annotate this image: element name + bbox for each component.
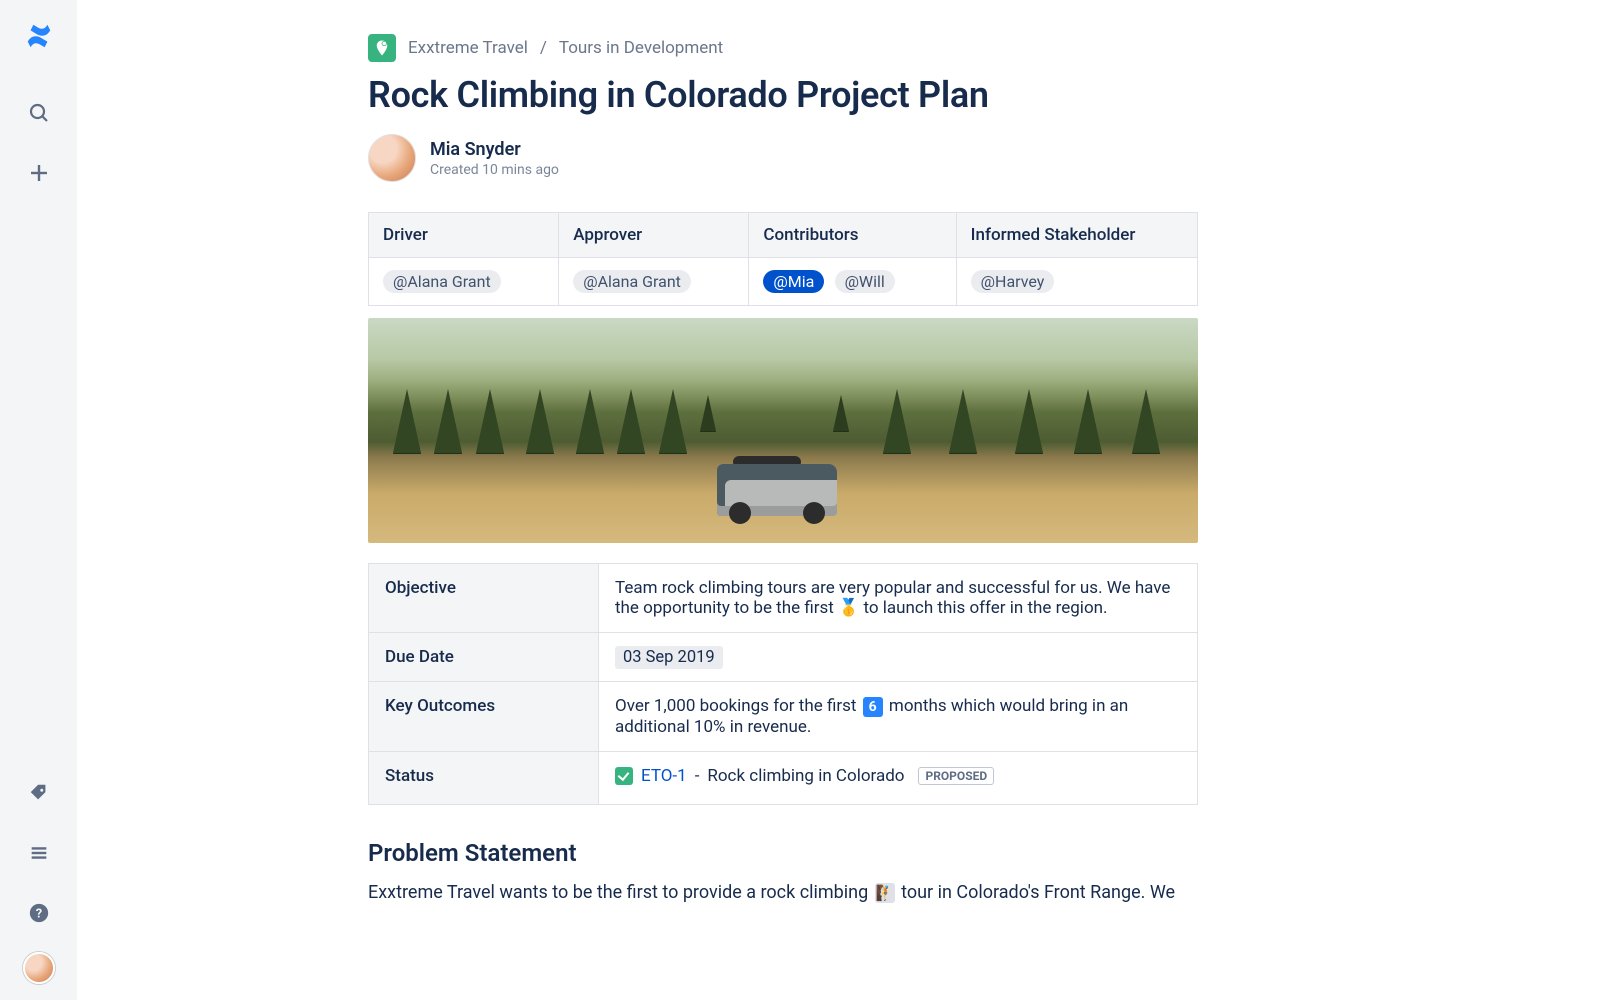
mention-approver[interactable]: @Alana Grant	[573, 270, 691, 293]
row-outcomes-value: Over 1,000 bookings for the first 6 mont…	[599, 682, 1198, 752]
confluence-icon	[24, 21, 54, 51]
row-status-value: ETO-1 - Rock climbing in Colorado PROPOS…	[599, 751, 1198, 804]
row-outcomes-label: Key Outcomes	[369, 682, 599, 752]
global-sidebar: ?	[0, 0, 78, 1000]
author-avatar[interactable]	[368, 134, 416, 182]
row-objective-value: Team rock climbing tours are very popula…	[599, 564, 1198, 633]
svg-text:?: ?	[35, 907, 41, 922]
breadcrumb-parent[interactable]: Tours in Development	[559, 38, 723, 58]
search-icon	[27, 101, 51, 125]
tag-icon	[28, 782, 50, 804]
row-duedate-value: 03 Sep 2019	[599, 633, 1198, 682]
profile-avatar[interactable]	[23, 952, 55, 984]
climbing-emoji	[875, 883, 895, 903]
mention-contributor-mia[interactable]: @Mia	[763, 270, 824, 293]
col-driver: Driver	[369, 213, 559, 258]
issue-summary: Rock climbing in Colorado	[707, 766, 904, 786]
search-button[interactable]	[18, 92, 60, 134]
breadcrumb-space[interactable]: Exxtreme Travel	[408, 38, 528, 58]
mention-informed[interactable]: @Harvey	[971, 270, 1055, 293]
heading-problem-statement: Problem Statement	[368, 839, 1198, 867]
menu-icon	[28, 842, 50, 864]
menu-button[interactable]	[18, 832, 60, 874]
breadcrumb: Exxtreme Travel / Tours in Development	[368, 34, 1198, 62]
col-informed: Informed Stakeholder	[956, 213, 1197, 258]
ps-before: Exxtreme Travel wants to be the first to…	[368, 882, 873, 903]
author-name[interactable]: Mia Snyder	[430, 139, 559, 160]
col-contributors: Contributors	[749, 213, 956, 258]
medal-emoji: 🥇	[838, 598, 859, 618]
space-icon[interactable]	[368, 34, 396, 62]
issue-type-icon	[615, 767, 633, 785]
row-status-label: Status	[369, 751, 599, 804]
confluence-logo[interactable]	[23, 20, 55, 52]
row-objective-label: Objective	[369, 564, 599, 633]
status-lozenge: PROPOSED	[918, 767, 994, 785]
help-button[interactable]: ?	[18, 892, 60, 934]
issue-dash: -	[695, 766, 700, 786]
people-table: Driver Approver Contributors Informed St…	[368, 212, 1198, 306]
row-duedate-label: Due Date	[369, 633, 599, 682]
six-badge: 6	[863, 697, 883, 717]
whats-new-button[interactable]	[18, 772, 60, 814]
mention-driver[interactable]: @Alana Grant	[383, 270, 501, 293]
issue-key-link[interactable]: ETO-1	[641, 766, 687, 786]
page-title: Rock Climbing in Colorado Project Plan	[368, 74, 1198, 116]
plus-icon	[27, 161, 51, 185]
problem-statement-body: Exxtreme Travel wants to be the first to…	[368, 879, 1198, 906]
help-icon: ?	[28, 902, 50, 924]
author-meta: Created 10 mins ago	[430, 162, 559, 178]
ps-after: tour in Colorado's Front Range. We	[901, 882, 1175, 903]
outcomes-text-before: Over 1,000 bookings for the first	[615, 696, 861, 716]
objective-text-after: to launch this offer in the region.	[863, 598, 1107, 618]
create-button[interactable]	[18, 152, 60, 194]
author-row: Mia Snyder Created 10 mins ago	[368, 134, 1198, 182]
due-date-chip[interactable]: 03 Sep 2019	[615, 646, 723, 669]
breadcrumb-separator: /	[540, 38, 547, 58]
details-table: Objective Team rock climbing tours are v…	[368, 563, 1198, 805]
map-marker-icon	[373, 39, 391, 57]
col-approver: Approver	[559, 213, 749, 258]
page-main: Exxtreme Travel / Tours in Development R…	[78, 0, 1600, 1000]
hero-image	[368, 318, 1198, 543]
mention-contributor-will[interactable]: @Will	[835, 270, 895, 293]
